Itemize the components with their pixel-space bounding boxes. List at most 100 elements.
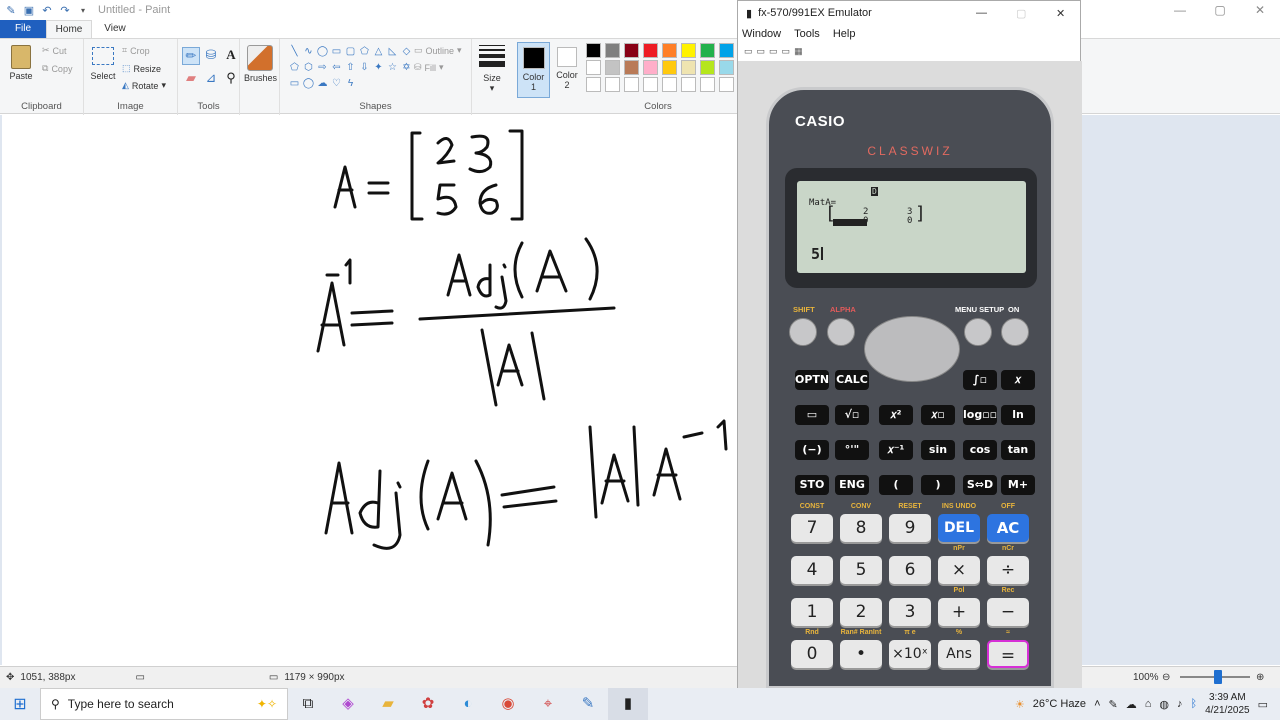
tab-file[interactable]: File [0,20,46,38]
key-0-3[interactable]: 𝑥 [1001,370,1035,390]
chrome-icon[interactable]: ◉ [488,688,528,720]
key-2-1[interactable]: °'" [835,440,869,460]
key-3-0[interactable]: STO [795,475,829,495]
hexagon-shape-icon[interactable]: ⬡ [302,61,315,74]
network-icon[interactable]: ⌂ [1145,698,1152,710]
chevron-up-icon[interactable]: ˄ [1094,698,1100,710]
color-swatch[interactable] [605,43,620,58]
fill-button[interactable]: ⛁ Fill ▾ [414,62,444,73]
redo-icon[interactable]: ↷ [58,3,72,17]
callout-cloud-icon[interactable]: ☁ [316,77,329,90]
key-4[interactable]: 4 [791,556,833,584]
drawing-canvas[interactable] [2,115,737,665]
six-point-star-icon[interactable]: ✡ [400,61,413,74]
key-3-2[interactable]: ( [879,475,913,495]
magnifier-icon[interactable]: ⚲ [222,70,240,86]
paint-taskbar-icon[interactable]: ✎ [568,688,608,720]
toolbar-icon-5[interactable]: ▦ [794,46,803,57]
zoom-out-icon[interactable]: ⊖ [1162,672,1170,683]
on-button[interactable] [1001,318,1029,346]
toolbar-icon-2[interactable]: ▭ [757,46,766,57]
maximize-button[interactable]: ▢ [1016,7,1026,20]
app-icon[interactable]: ✿ [408,688,448,720]
key-6[interactable]: 6 [889,556,931,584]
weather-text[interactable]: 26°C Haze [1033,698,1086,710]
key-2-5[interactable]: tan [1001,440,1035,460]
key-+[interactable]: + [938,598,980,626]
color-swatch[interactable] [681,43,696,58]
custom-color-swatch[interactable] [681,77,696,92]
notifications-icon[interactable]: ▭ [1258,698,1268,711]
zoom-slider-thumb[interactable] [1214,670,1222,684]
cloud-icon[interactable]: ☁ [1126,698,1137,711]
globe-icon[interactable]: ◍ [1159,698,1169,711]
rotate-button[interactable]: ◭ Rotate ▾ [122,80,166,91]
color-swatch[interactable] [700,43,715,58]
key-1[interactable]: 1 [791,598,833,626]
brushes-button[interactable]: Brushes [244,45,277,83]
pen-icon[interactable]: ✎ [1109,698,1118,711]
color1-button[interactable]: Color 1 [517,42,550,98]
key-2-0[interactable]: (−) [795,440,829,460]
alpha-button[interactable] [827,318,855,346]
key-2[interactable]: 2 [840,598,882,626]
crop-button[interactable]: ⌗ Crop [122,45,150,56]
key-0-0[interactable]: OPTN [795,370,829,390]
menu-help[interactable]: Help [833,28,856,40]
rectangle-shape-icon[interactable]: ▭ [330,45,343,58]
tab-home[interactable]: Home [46,20,92,38]
key-AC[interactable]: AC [987,514,1029,542]
pentagon-shape-icon[interactable]: ⬠ [288,61,301,74]
color-swatch[interactable] [605,60,620,75]
key-DEL[interactable]: DEL [938,514,980,542]
key-1-0[interactable]: ▭ [795,405,829,425]
copilot-icon[interactable]: ◈ [328,688,368,720]
fill-bucket-icon[interactable]: ⛁ [202,47,220,65]
key-9[interactable]: 9 [889,514,931,542]
shapes-gallery[interactable]: ╲ ∿ ◯ ▭ ▢ ⬠ △ ◺ ◇ ⬠ ⬡ ⇨ ⇦ ⇧ ⇩ ✦ ☆ ✡ ▭ ◯ [288,45,413,90]
key-3[interactable]: 3 [889,598,931,626]
color-swatch[interactable] [586,43,601,58]
callout-oval-icon[interactable]: ◯ [302,77,315,90]
shift-button[interactable] [789,318,817,346]
lightning-shape-icon[interactable]: ϟ [344,77,357,90]
color-swatch[interactable] [662,43,677,58]
four-point-star-icon[interactable]: ✦ [372,61,385,74]
customize-toolbar-icon[interactable]: ▾ [76,3,90,17]
key-0-1[interactable]: CALC [835,370,869,390]
color-swatch[interactable] [624,43,639,58]
cut-button[interactable]: ✂ Cut [42,45,67,56]
eraser-icon[interactable]: ▰ [182,70,200,86]
left-arrow-icon[interactable]: ⇦ [330,61,343,74]
color-swatch[interactable] [719,43,734,58]
polygon-shape-icon[interactable]: ⬠ [358,45,371,58]
right-triangle-icon[interactable]: ◺ [386,45,399,58]
toolbar-icon-4[interactable]: ▭ [782,46,791,57]
up-arrow-icon[interactable]: ⇧ [344,61,357,74]
color-swatch[interactable] [719,60,734,75]
diamond-shape-icon[interactable]: ◇ [400,45,413,58]
key-1-3[interactable]: 𝑥▫ [921,405,955,425]
color-swatch[interactable] [643,60,658,75]
custom-color-swatch[interactable] [643,77,658,92]
edge-icon[interactable]: ◐ [448,688,488,720]
clock[interactable]: 3:39 AM 4/21/2025 [1205,691,1250,717]
key-3-4[interactable]: S⇔D [963,475,997,495]
task-view-icon[interactable]: ⧉ [288,688,328,720]
snipping-tool-icon[interactable]: ⌖ [528,688,568,720]
menu-window[interactable]: Window [742,28,781,40]
key-8[interactable]: 8 [840,514,882,542]
key-×10ˣ[interactable]: ×10ˣ [889,640,931,668]
select-button[interactable]: Select [88,47,118,81]
calculator-taskbar-icon[interactable]: ▮ [608,688,648,720]
key-7[interactable]: 7 [791,514,833,542]
minimize-button[interactable]: — [1160,0,1200,20]
size-button[interactable]: Size ▾ [476,45,508,94]
close-button[interactable]: ✕ [1240,0,1280,20]
rounded-rectangle-icon[interactable]: ▢ [344,45,357,58]
color-swatch[interactable] [624,60,639,75]
color-swatch[interactable] [643,43,658,58]
triangle-shape-icon[interactable]: △ [372,45,385,58]
key-3-3[interactable]: ) [921,475,955,495]
custom-color-swatch[interactable] [624,77,639,92]
